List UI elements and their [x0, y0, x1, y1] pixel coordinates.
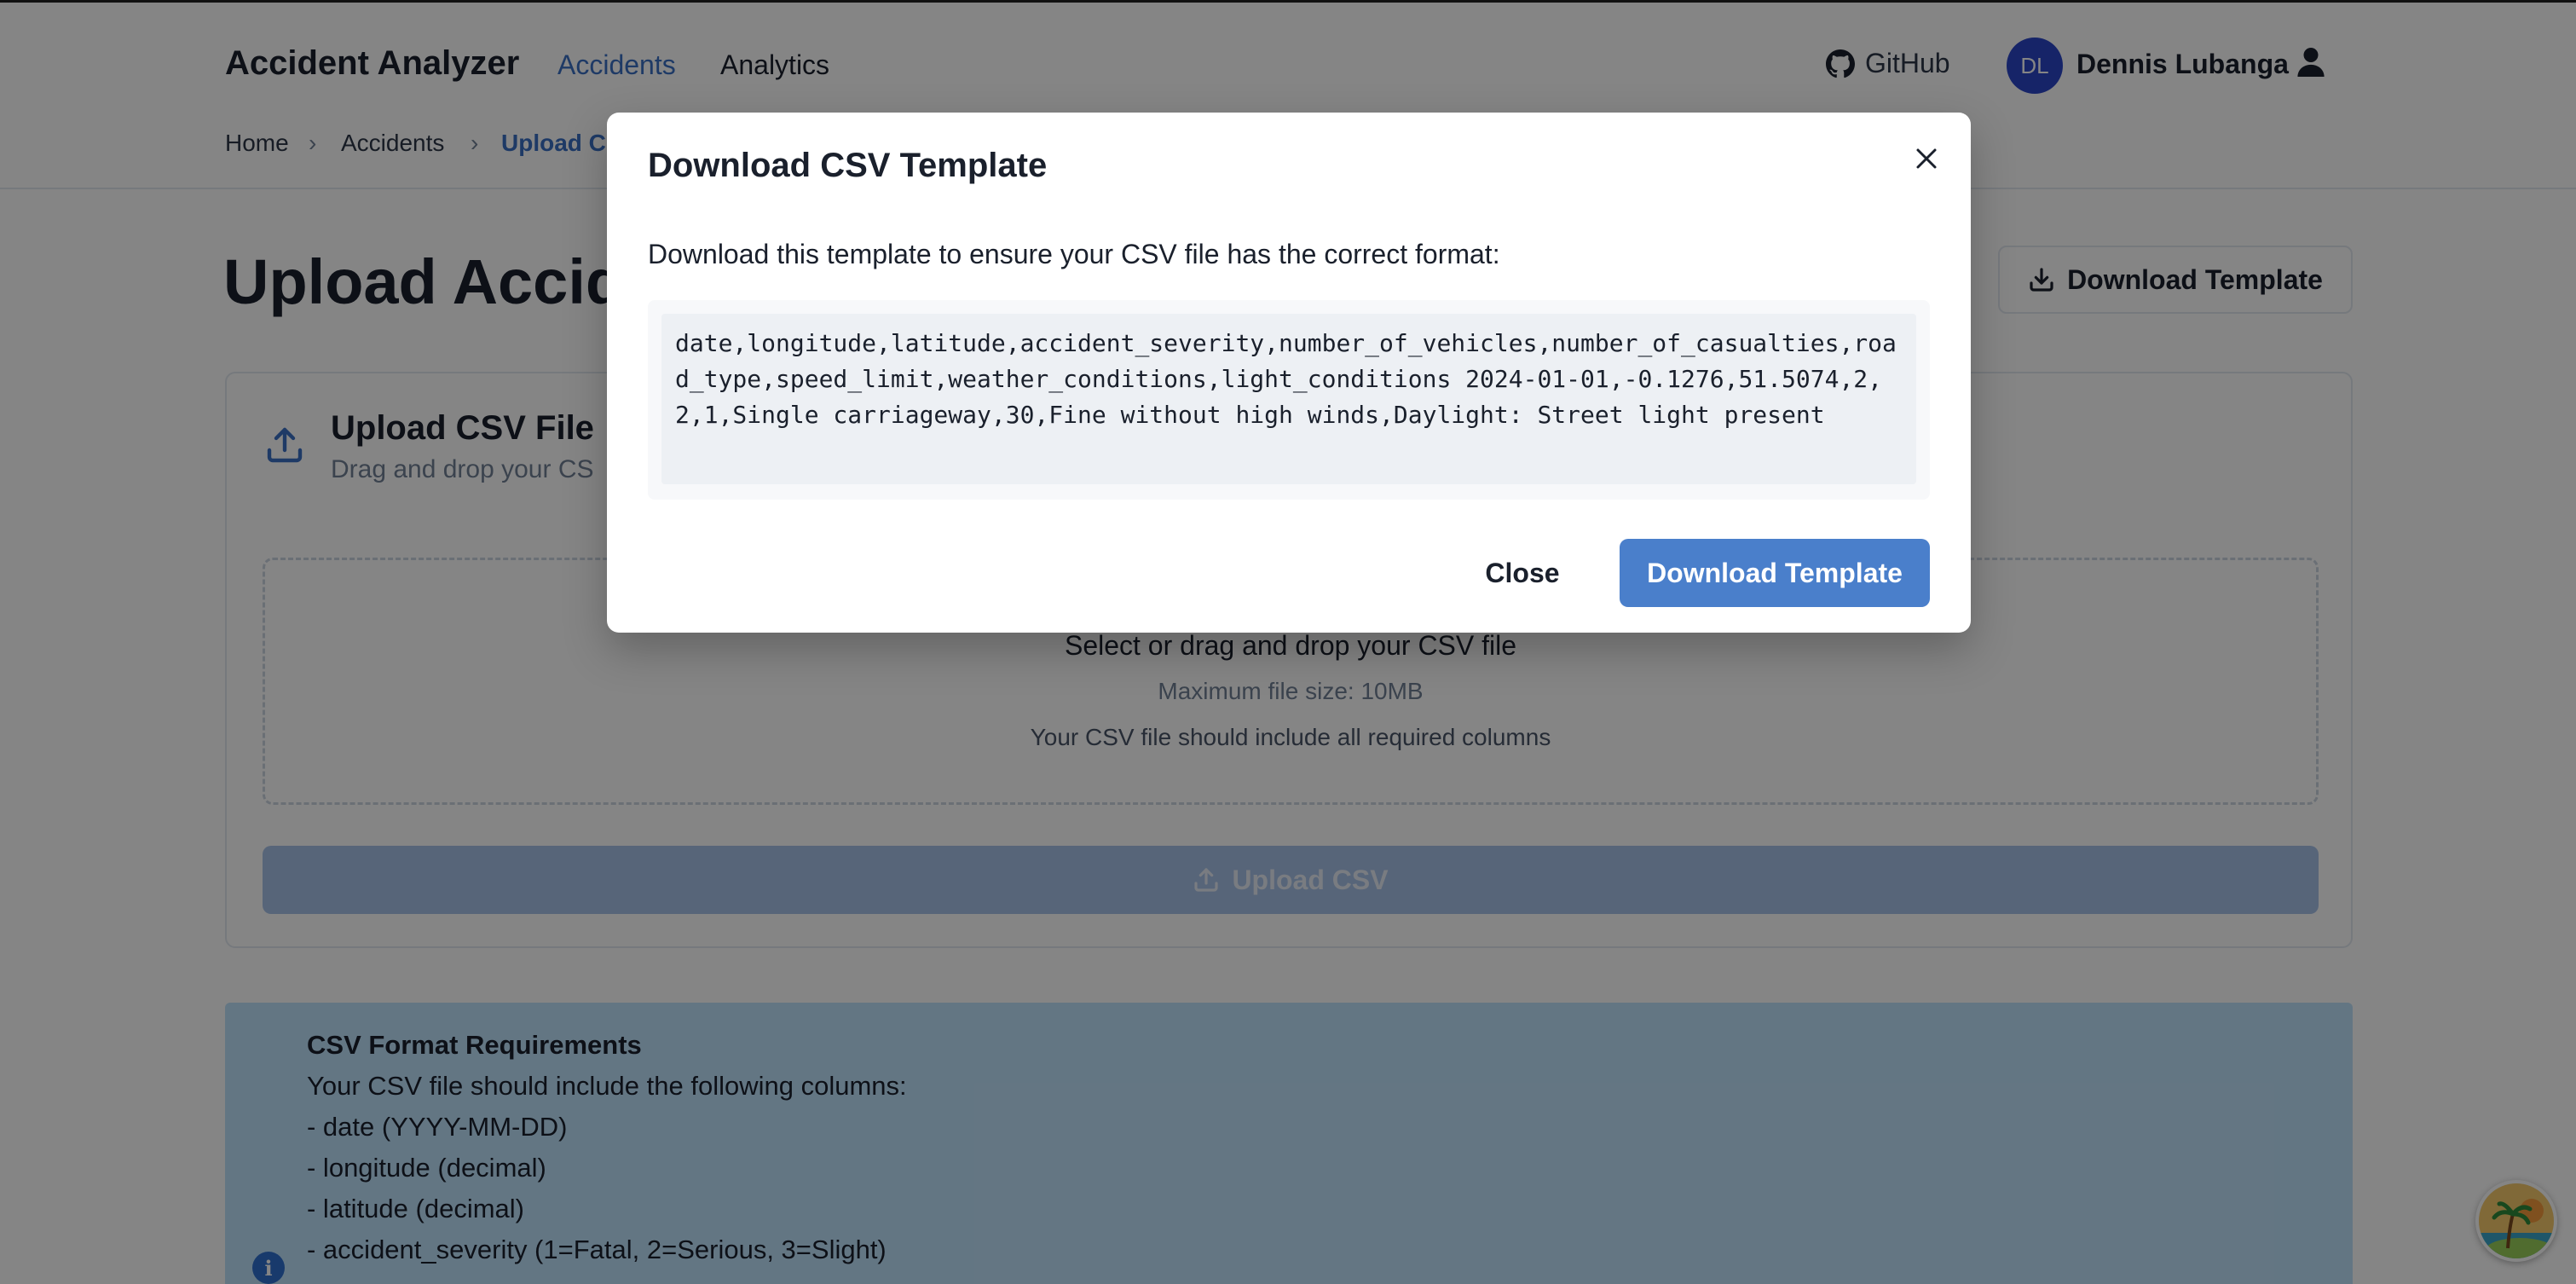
close-icon [1916, 148, 1937, 169]
modal-close-x-button[interactable] [1908, 140, 1945, 177]
modal-title: Download CSV Template [648, 147, 1048, 184]
modal-close-button[interactable]: Close [1468, 539, 1577, 607]
window-top-edge [0, 0, 2576, 3]
modal-description: Download this template to ensure your CS… [648, 239, 1500, 269]
template-code: date,longitude,latitude,accident_severit… [661, 314, 1916, 484]
download-template-modal: Download CSV Template Download this temp… [607, 113, 1971, 633]
template-preview: date,longitude,latitude,accident_severit… [648, 300, 1930, 500]
modal-download-template-button[interactable]: Download Template [1620, 539, 1930, 607]
